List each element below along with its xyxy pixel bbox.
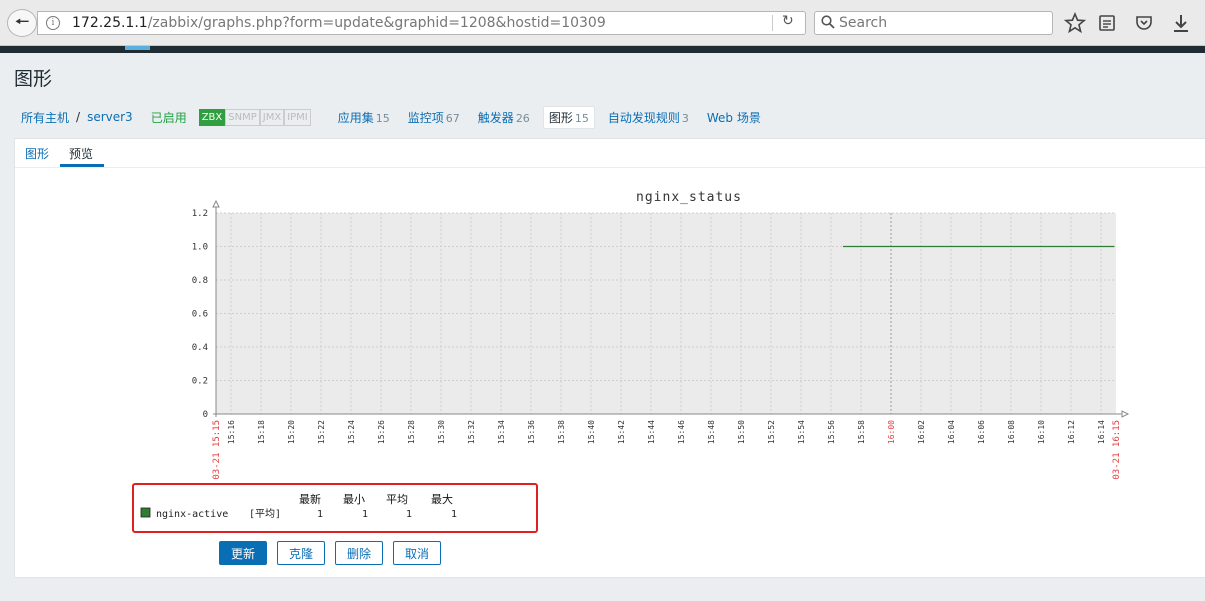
reading-list-icon[interactable]	[1096, 12, 1118, 34]
tab-label: Web 场景	[706, 110, 761, 125]
x-tick-label: 15:28	[407, 420, 416, 444]
y-tick-label: 0.8	[192, 276, 208, 286]
browser-toolbar: 🠔 i 172.25.1.1/zabbix/graphs.php?form=up…	[0, 0, 1205, 46]
x-tick-label: 15:38	[557, 420, 566, 444]
back-button[interactable]: 🠔	[7, 9, 37, 37]
x-tick-label: 16:04	[947, 420, 956, 444]
availability-snmp: SNMP	[225, 108, 260, 126]
tab-label: 监控项	[407, 110, 444, 125]
graph-form-panel: 图形 预览 nginx_status 1.2 1.0 0.8 0.6 0.4 0.2 0 15:…	[14, 138, 1205, 578]
y-tick-label: 0	[203, 410, 208, 420]
arrow-left-icon: 🠔	[14, 11, 30, 32]
x-tick-label: 15:40	[587, 420, 596, 444]
tab-discovery-rules[interactable]: 自动发现规则 3	[603, 106, 694, 129]
x-tick-label: 15:22	[317, 420, 326, 444]
x-tick-label: 16:08	[1007, 420, 1016, 444]
url-text: 172.25.1.1/zabbix/graphs.php?form=update…	[72, 15, 606, 31]
bookmark-star-icon[interactable]	[1064, 12, 1086, 34]
graph-preview: nginx_status 1.2 1.0 0.8 0.6 0.4 0.2 0 15:16 15:1…	[140, 190, 1130, 520]
x-tick-label: 15:52	[767, 420, 776, 444]
x-tick-label: 15:16	[227, 420, 236, 444]
y-tick-label: 0.2	[192, 377, 208, 387]
y-tick-label: 0.4	[192, 343, 208, 353]
x-tick-label: 15:24	[347, 420, 356, 444]
x-tick-label: 16:12	[1067, 420, 1076, 444]
x-tick-label: 15:54	[797, 420, 806, 444]
pocket-icon[interactable]	[1133, 12, 1155, 34]
x-tick-label: 15:58	[857, 420, 866, 444]
x-tick-label: 15:56	[827, 420, 836, 444]
url-bar[interactable]: i 172.25.1.1/zabbix/graphs.php?form=upda…	[37, 11, 806, 35]
zabbix-menu-accent	[125, 46, 150, 50]
tab-items[interactable]: 监控项 67	[403, 106, 465, 129]
host-link[interactable]: server3	[87, 110, 133, 124]
x-tick-label: 15:46	[677, 420, 686, 444]
download-icon[interactable]	[1170, 12, 1192, 34]
tab-graphs[interactable]: 图形 15	[542, 105, 595, 129]
tab-count: 67	[445, 111, 460, 125]
search-input[interactable]	[839, 14, 1039, 32]
update-button[interactable]: 更新	[219, 541, 267, 565]
tab-web-scenarios[interactable]: Web 场景	[702, 106, 766, 129]
x-tick-label: 15:26	[377, 420, 386, 444]
x-tick-label: 15:36	[527, 420, 536, 444]
tab-count: 15	[375, 111, 390, 125]
x-tick-label: 16:10	[1037, 420, 1046, 444]
url-path: /zabbix/graphs.php?form=update&graphid=1…	[147, 15, 606, 31]
x-tick-label: 15:20	[287, 420, 296, 444]
y-axis-arrow	[212, 199, 220, 208]
y-tick-label: 1.0	[192, 243, 208, 253]
chart-title: nginx_status	[636, 190, 742, 205]
tab-label: 触发器	[477, 110, 514, 125]
x-start-label: 03-21 15:15	[212, 420, 222, 480]
delete-button[interactable]: 删除	[335, 541, 383, 565]
availability-ipmi: IPMI	[284, 108, 311, 126]
page-title: 图形	[14, 68, 53, 90]
tab-triggers[interactable]: 触发器 26	[473, 106, 535, 129]
legend-highlight-box	[132, 483, 538, 533]
x-tick-label: 15:48	[707, 420, 716, 444]
availability-jmx: JMX	[259, 108, 285, 126]
tab-label: 图形	[548, 110, 573, 125]
tab-count: 3	[681, 111, 689, 125]
zabbix-header-bar	[0, 46, 1205, 53]
y-tick-label: 0.6	[192, 310, 208, 320]
x-tick-label: 15:18	[257, 420, 266, 444]
reload-icon[interactable]: ↻	[782, 13, 794, 29]
tab-label: 自动发现规则	[607, 110, 680, 125]
tab-count: 26	[515, 111, 530, 125]
x-tick-label: 15:42	[617, 420, 626, 444]
x-tick-label: 15:44	[647, 420, 656, 444]
host-navigation: 所有主机 / server3 已启用 ZBX SNMP JMX IPMI 应用集…	[14, 102, 1205, 132]
x-tick-label: 15:50	[737, 420, 746, 444]
clone-button[interactable]: 克隆	[277, 541, 325, 565]
x-end-label: 03-21 16:15	[1112, 420, 1122, 480]
url-bar-divider	[772, 15, 773, 31]
breadcrumb-separator: /	[76, 110, 81, 124]
search-bar[interactable]	[814, 11, 1053, 35]
x-tick-label: 16:06	[977, 420, 986, 444]
all-hosts-link[interactable]: 所有主机	[21, 109, 69, 126]
tab-applications[interactable]: 应用集 15	[333, 106, 395, 129]
host-status-badge[interactable]: 已启用	[151, 109, 187, 126]
tab-label: 应用集	[337, 110, 374, 125]
info-icon[interactable]: i	[46, 16, 60, 30]
availability-zbx: ZBX	[198, 108, 226, 126]
x-tick-label: 16:02	[917, 420, 926, 444]
x-tick-label: 16:00	[887, 420, 896, 444]
y-tick-label: 1.2	[192, 209, 208, 219]
x-tick-label: 15:34	[497, 420, 506, 444]
tab-count: 15	[574, 111, 589, 125]
url-host: 172.25.1.1	[72, 15, 148, 31]
search-icon	[821, 15, 835, 29]
x-tick-label: 15:30	[437, 420, 446, 444]
x-axis-arrow	[1121, 410, 1130, 418]
x-tick-label: 16:14	[1097, 420, 1106, 444]
x-tick-label: 15:32	[467, 420, 476, 444]
cancel-button[interactable]: 取消	[393, 541, 441, 565]
